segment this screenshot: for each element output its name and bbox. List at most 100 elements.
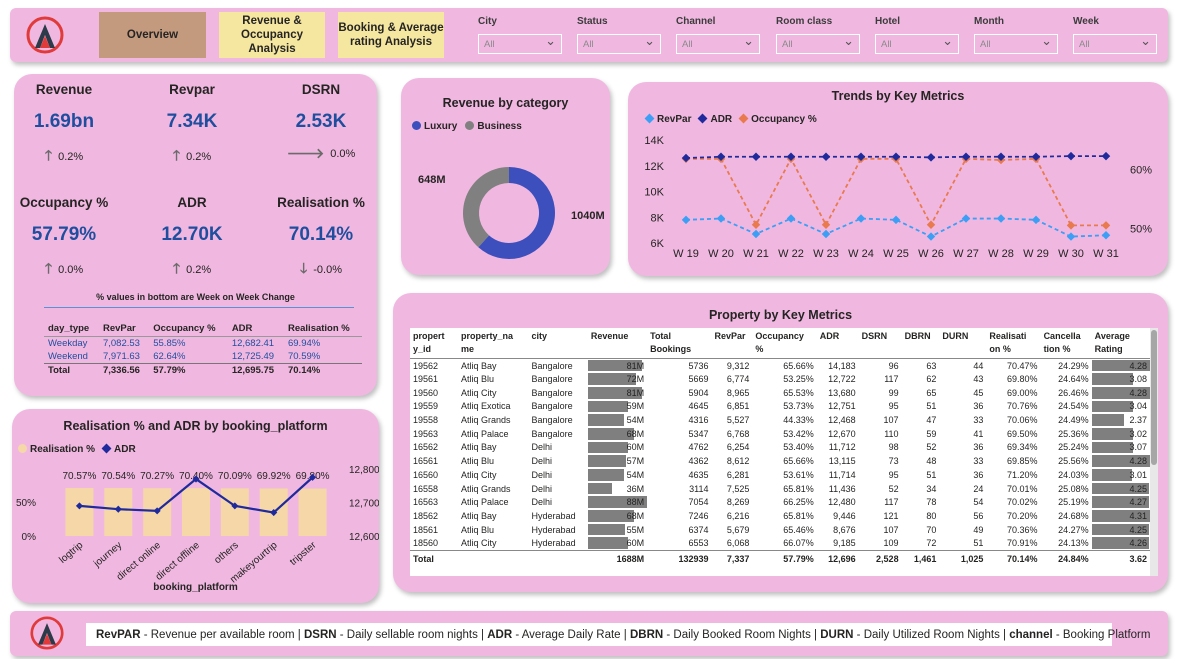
data-point[interactable]	[681, 153, 691, 163]
data-point[interactable]	[786, 214, 796, 223]
data-point[interactable]	[1066, 232, 1076, 241]
column-header[interactable]: Occupancy %	[149, 321, 228, 337]
table-cell: 57.79%	[752, 549, 817, 569]
table-cell: 95	[888, 469, 899, 480]
column-header-adr[interactable]: ADR	[816, 328, 859, 359]
column-header-property-id[interactable]: propert y_id	[410, 328, 459, 359]
column-header[interactable]: RevPar	[98, 321, 150, 337]
data-point[interactable]	[926, 232, 936, 241]
column-header-revpar[interactable]: RevPar	[711, 328, 753, 359]
table-cell: 65.81%	[783, 483, 814, 494]
table-cell: 16560	[413, 469, 439, 480]
filter-dropdown[interactable]: All ⌄	[676, 33, 760, 54]
divider	[44, 307, 354, 308]
kpi-realisation: Realisation % 70.14% 🡓 -0.0%	[271, 195, 371, 282]
data-point[interactable]	[926, 153, 936, 162]
glossary-definition: - Daily Utilized Room Nights |	[853, 628, 1010, 641]
filter-dropdown[interactable]: All ⌄	[776, 33, 860, 54]
tab-overview[interactable]: Overview	[99, 12, 206, 58]
kpi-value: 2.53K	[295, 111, 347, 132]
table-cell: 34	[926, 483, 937, 494]
tab-revenue-occupancy-analysis[interactable]: Revenue & Occupancy Analysis	[219, 12, 325, 58]
data-point[interactable]	[1101, 151, 1111, 161]
table-cell: 7,082.53	[102, 338, 140, 349]
donut-slice-business[interactable]	[463, 167, 509, 248]
arrow-down-icon: 🡓	[299, 260, 308, 276]
data-point[interactable]	[751, 229, 761, 239]
column-header-total-bookings[interactable]: Total Bookings	[647, 328, 712, 359]
column-header-dbrn[interactable]: DBRN	[901, 328, 940, 359]
table-cell: 57M	[587, 454, 647, 468]
data-point[interactable]	[891, 215, 901, 225]
data-point[interactable]	[821, 229, 831, 239]
column-header-average-rating[interactable]: Average Rating	[1091, 328, 1150, 359]
data-point[interactable]	[1101, 231, 1111, 240]
table-cell: 16563	[413, 497, 439, 508]
data-point[interactable]	[1066, 151, 1076, 161]
table-cell: 8,965	[726, 387, 750, 398]
filter-dropdown[interactable]: All ⌄	[478, 33, 562, 54]
table-cell: 65.46%	[783, 524, 814, 535]
column-header[interactable]: Realisation %	[283, 321, 362, 337]
data-point[interactable]	[961, 214, 971, 223]
scrollbar-thumb[interactable]	[1151, 330, 1157, 465]
column-header[interactable]: ADR	[227, 321, 284, 337]
data-point[interactable]	[716, 214, 726, 223]
tab-booking-rating-analysis[interactable]: Booking & Average rating Analysis	[338, 12, 444, 58]
table-cell: 44	[973, 360, 984, 371]
table-cell: Atliq Bay	[461, 442, 497, 453]
table-cell: 9,446	[833, 510, 856, 521]
column-header-city[interactable]: city	[528, 328, 588, 359]
data-point[interactable]	[1101, 221, 1111, 230]
bar-others[interactable]	[220, 488, 249, 536]
bar-tripster[interactable]	[298, 488, 327, 536]
table-scrollbar[interactable]	[1150, 328, 1158, 576]
column-header-durn[interactable]: DURN	[939, 328, 987, 359]
column-header-realisation-[interactable]: Realisati on %	[986, 328, 1041, 359]
x-tick-label: W 23	[813, 248, 839, 260]
data-point[interactable]	[1031, 215, 1041, 225]
data-point[interactable]	[926, 220, 936, 229]
x-tick-label: W 31	[1093, 248, 1119, 260]
filter-status: Status All ⌄	[577, 16, 661, 54]
column-header-occupancy-[interactable]: Occupancy %	[752, 328, 817, 359]
data-point[interactable]	[996, 214, 1006, 223]
rating-data-bar	[1091, 427, 1133, 440]
filter-dropdown[interactable]: All ⌄	[875, 33, 959, 54]
data-point[interactable]	[751, 152, 761, 161]
table-cell: 25.24%	[1058, 442, 1089, 453]
table-cell: 48	[926, 456, 937, 467]
column-header-dsrn[interactable]: DSRN	[858, 328, 902, 359]
data-point[interactable]	[821, 152, 831, 161]
table-row: 19559 Atliq Exotica Bangalore 59M 4645 6,851 5…	[410, 400, 1150, 414]
filter-dropdown[interactable]: All ⌄	[577, 33, 661, 54]
bar-direct-offline[interactable]	[182, 488, 210, 536]
filter-dropdown[interactable]: All ⌄	[974, 33, 1058, 54]
kpi-delta-value: 0.0%	[58, 264, 84, 276]
data-point[interactable]	[681, 215, 691, 225]
glossary-term: DSRN	[303, 628, 337, 641]
kpi-delta-value: 0.2%	[186, 151, 212, 163]
filter-dropdown[interactable]: All ⌄	[1073, 33, 1157, 54]
table-cell: 43	[973, 374, 984, 385]
data-point[interactable]	[856, 214, 866, 223]
table-cell: 24.27%	[1058, 524, 1089, 535]
data-point[interactable]	[821, 220, 831, 229]
revenue-data-bar	[587, 482, 613, 495]
data-point[interactable]	[1066, 221, 1076, 230]
legend-item-business: Business	[465, 121, 522, 132]
arrow-up-icon: 🡑	[44, 260, 53, 276]
table-cell: 54	[973, 497, 984, 508]
table-cell: 24.13%	[1058, 538, 1089, 549]
table-cell: 117	[884, 374, 899, 385]
table-cell: 2.37	[1091, 413, 1150, 427]
column-header-property-name[interactable]: property_na me	[458, 328, 529, 359]
data-point[interactable]	[751, 220, 761, 229]
filter-label: Channel	[676, 16, 716, 27]
bar-logtrip[interactable]	[65, 488, 94, 536]
column-header-cancellation-[interactable]: Cancella tion %	[1040, 328, 1092, 359]
table-cell: 12,682.41	[231, 338, 275, 349]
column-header-revenue[interactable]: Revenue	[587, 328, 648, 359]
kpi-occupancy: Occupancy % 57.79% 🡑 0.0%	[14, 195, 114, 282]
column-header[interactable]: day_type	[44, 321, 99, 337]
